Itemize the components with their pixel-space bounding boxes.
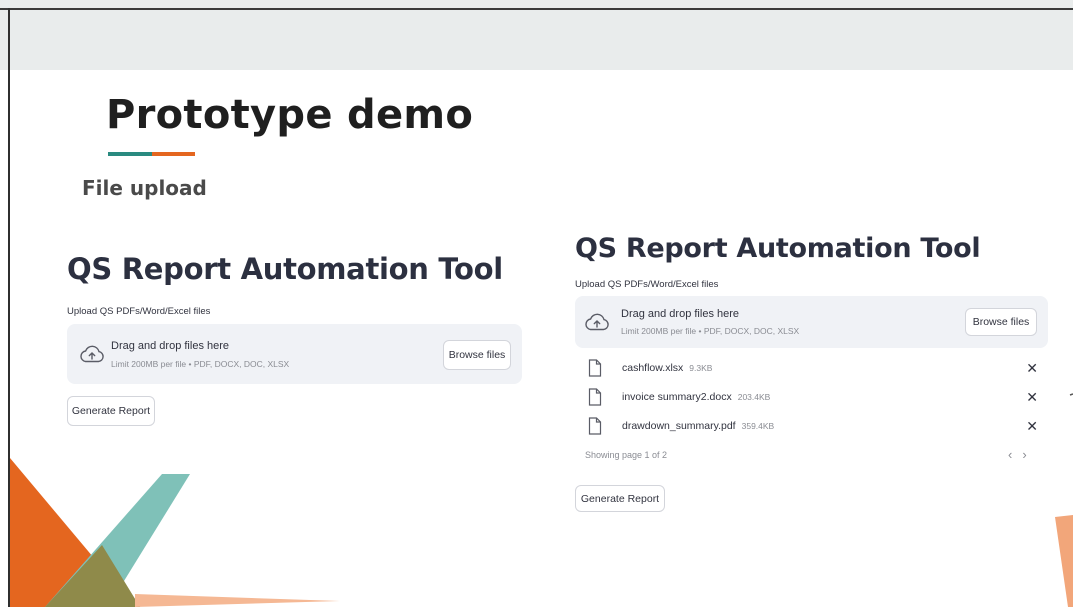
title-accent-orange [152, 152, 195, 156]
slide-subtitle: File upload [82, 176, 207, 200]
left-dropzone-main-text: Drag and drop files here [111, 340, 230, 352]
right-upload-label: Upload QS PDFs/Word/Excel files [575, 279, 719, 290]
left-app-title: QS Report Automation Tool [67, 252, 503, 286]
cloud-upload-icon [585, 313, 609, 331]
peach-sliver-shape [135, 594, 340, 607]
left-dropzone-sub-text: Limit 200MB per file • PDF, DOCX, DOC, X… [111, 359, 290, 369]
slide-title: Prototype demo [106, 92, 474, 138]
file-name: drawdown_summary.pdf 359.4KB [622, 420, 774, 432]
remove-file-close-icon[interactable]: ✕ [1026, 360, 1038, 377]
right-app-title: QS Report Automation Tool [575, 233, 981, 264]
file-size: 203.4KB [737, 392, 771, 402]
right-dropzone[interactable]: Drag and drop files here Limit 200MB per… [575, 296, 1048, 348]
file-name: invoice summary2.docx 203.4KB [622, 391, 770, 403]
chevron-left-icon[interactable]: ‹ [1008, 447, 1022, 462]
file-name-text: drawdown_summary.pdf [622, 420, 736, 432]
right-browse-files-button[interactable]: Browse files [965, 308, 1037, 336]
file-size: 9.3KB [689, 363, 713, 373]
left-browse-files-button[interactable]: Browse files [443, 340, 511, 370]
left-dropzone[interactable]: Drag and drop files here Limit 200MB per… [67, 324, 522, 384]
right-dropzone-sub-text: Limit 200MB per file • PDF, DOCX, DOC, X… [621, 326, 800, 336]
chevron-right-icon[interactable]: › [1022, 447, 1036, 462]
file-name-text: invoice summary2.docx [622, 391, 732, 403]
file-icon [588, 359, 602, 377]
file-name-text: cashflow.xlsx [622, 362, 684, 374]
cloud-upload-icon [80, 345, 104, 363]
left-upload-label: Upload QS PDFs/Word/Excel files [67, 306, 211, 317]
right-dropzone-main-text: Drag and drop files here [621, 308, 740, 320]
file-icon [588, 417, 602, 435]
file-size: 359.4KB [741, 421, 775, 431]
left-generate-report-button[interactable]: Generate Report [67, 396, 155, 426]
right-peach-shape [1055, 515, 1073, 607]
file-list-item: cashflow.xlsx 9.3KB ✕ [588, 358, 1038, 380]
file-list-item: invoice summary2.docx 203.4KB ✕ [588, 387, 1038, 409]
pagination-controls: ‹› [1008, 447, 1037, 462]
file-icon [588, 388, 602, 406]
title-accent-teal [108, 152, 152, 156]
file-name: cashflow.xlsx 9.3KB [622, 362, 712, 374]
remove-file-close-icon[interactable]: ✕ [1026, 389, 1038, 406]
remove-file-close-icon[interactable]: ✕ [1026, 418, 1038, 435]
right-generate-report-button[interactable]: Generate Report [575, 485, 665, 512]
file-list-item: drawdown_summary.pdf 359.4KB ✕ [588, 416, 1038, 438]
pagination-status: Showing page 1 of 2 [585, 450, 668, 460]
